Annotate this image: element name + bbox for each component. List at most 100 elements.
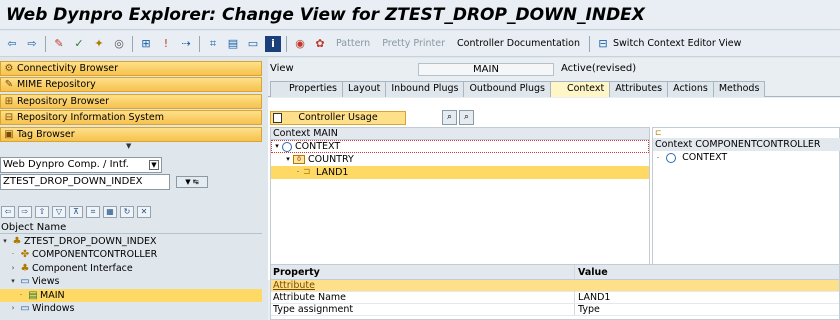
find-next-icon[interactable]: ⌕ — [459, 110, 474, 125]
expand-icon[interactable]: › — [8, 302, 18, 315]
column-header-property[interactable]: Property — [271, 265, 575, 279]
node-icon: 0 — [293, 155, 305, 164]
controller-documentation-button[interactable]: Controller Documentation — [457, 38, 580, 49]
object-list-icon[interactable]: ⊞ — [138, 36, 154, 52]
forward-icon[interactable]: ⇨ — [18, 206, 32, 218]
switch-context-button[interactable]: Switch Context Editor View — [613, 38, 741, 49]
checkbox-icon — [273, 113, 282, 123]
nav-repository-information-system[interactable]: ⊟ Repository Information System — [0, 110, 262, 125]
tree-item[interactable]: › ♣ Component Interface — [0, 262, 262, 275]
close-icon[interactable]: ✕ — [137, 206, 151, 218]
separator — [132, 35, 133, 52]
nav-connectivity-browser[interactable]: ⚙ Connectivity Browser — [0, 61, 262, 76]
tree-item-selected[interactable]: · ▤ MAIN — [0, 288, 262, 302]
property-group-row[interactable]: Attribute — [271, 280, 839, 292]
forward-icon[interactable]: ⇨ — [24, 36, 40, 52]
check-icon[interactable]: ✓ — [71, 36, 87, 52]
context-node-root[interactable]: ▾ CONTEXT — [271, 140, 649, 153]
tab-inbound-plugs[interactable]: Inbound Plugs — [385, 81, 465, 97]
column-header-value[interactable]: Value — [575, 265, 608, 279]
window-icon[interactable]: ▭ — [245, 36, 261, 52]
leaf-dot-icon: · — [656, 154, 660, 162]
cc-context-node[interactable]: · CONTEXT — [653, 151, 727, 164]
context-root-icon — [282, 141, 292, 152]
property-value[interactable]: LAND1 — [575, 292, 610, 303]
resize-handle-icon[interactable]: ⊏ — [655, 128, 662, 137]
table-row[interactable]: Attribute Name LAND1 — [271, 292, 839, 304]
separator — [45, 35, 46, 52]
settings-icon[interactable]: ✿ — [312, 36, 328, 52]
table-row[interactable]: Type assignment Type — [271, 304, 839, 316]
collapse-arrow-icon[interactable]: ▼ — [126, 142, 131, 150]
leaf-dot-icon: · — [11, 250, 15, 259]
expand-icon[interactable]: ▾ — [8, 275, 18, 288]
tree-item[interactable]: › ▭ Windows — [0, 302, 262, 315]
hierarchy-icon[interactable]: ⌗ — [205, 36, 221, 52]
nav-label: Connectivity Browser — [17, 63, 119, 74]
filter-icon[interactable]: ▽ — [52, 206, 66, 218]
debug-icon[interactable]: ◉ — [292, 36, 308, 52]
up-icon[interactable]: ⇧ — [35, 206, 49, 218]
layout-icon[interactable]: ▤ — [225, 36, 241, 52]
controller-icon: ✤ — [20, 249, 30, 261]
expand-icon[interactable]: › — [8, 262, 18, 275]
activate-icon[interactable]: ✦ — [91, 36, 107, 52]
controller-usage-label: Controller Usage — [298, 112, 378, 123]
tree-item[interactable]: ▾ ♣ ZTEST_DROP_DOWN_INDEX — [0, 235, 262, 248]
tab-attributes[interactable]: Attributes — [609, 81, 669, 97]
tab-context[interactable]: Context — [549, 81, 611, 97]
switch-context-icon[interactable]: ⊟ — [595, 36, 611, 52]
tree-label: Component Interface — [32, 262, 133, 274]
back-icon[interactable]: ⇦ — [4, 36, 20, 52]
object-type-select[interactable]: Web Dynpro Comp. / Intf. ▼ — [0, 157, 162, 173]
property-group-label[interactable]: Attribute — [271, 280, 575, 291]
context-attribute-selected[interactable]: · ⊐ LAND1 — [271, 166, 649, 179]
expand-icon[interactable]: ▾ — [272, 140, 282, 153]
controller-usage-button[interactable]: Controller Usage — [270, 111, 406, 125]
property-value[interactable]: Type — [575, 304, 600, 315]
collapse-icon[interactable]: ⊼ — [69, 206, 83, 218]
expand-icon[interactable]: ▾ — [283, 153, 293, 166]
hierarchy-icon[interactable]: ⌗ — [86, 206, 100, 218]
where-used-icon[interactable]: ! — [158, 36, 174, 52]
refresh-icon[interactable]: ↻ — [120, 206, 134, 218]
tree-label: COMPONENTCONTROLLER — [32, 249, 158, 261]
pattern-button[interactable]: Pattern — [336, 38, 370, 49]
tab-actions[interactable]: Actions — [667, 81, 714, 97]
test-icon[interactable]: ◎ — [111, 36, 127, 52]
object-tree: ▾ ♣ ZTEST_DROP_DOWN_INDEX · ✤ COMPONENTC… — [0, 235, 262, 315]
property-table: Property Value Attribute Attribute Name … — [270, 264, 840, 320]
object-name-input[interactable]: ZTEST_DROP_DOWN_INDEX — [0, 174, 170, 190]
nav-repository-browser[interactable]: ⊞ Repository Browser — [0, 94, 262, 109]
tab-properties[interactable]: Properties — [270, 81, 344, 97]
chevron-down-icon[interactable]: ▼ — [149, 160, 159, 170]
display-change-icon[interactable]: ✎ — [51, 36, 67, 52]
tree-label: MAIN — [40, 289, 65, 301]
tab-layout[interactable]: Layout — [342, 81, 387, 101]
back-icon[interactable]: ⇦ — [1, 206, 15, 218]
context-root-icon — [666, 152, 677, 163]
context-node-label: LAND1 — [316, 167, 349, 178]
display-button[interactable]: ▼ ↹ — [176, 176, 208, 188]
expand-icon[interactable]: ▾ — [0, 235, 10, 248]
component-icon: ♣ — [12, 236, 22, 247]
tab-methods[interactable]: Methods — [712, 81, 766, 97]
tree-item[interactable]: ▾ ▭ Views — [0, 275, 262, 288]
nav-tag-browser[interactable]: ▣ Tag Browser — [0, 127, 262, 142]
interface-icon: ♣ — [20, 262, 30, 274]
tab-outbound-plugs[interactable]: Outbound Plugs — [463, 81, 551, 97]
pretty-printer-button[interactable]: Pretty Printer — [382, 38, 445, 49]
tree-item[interactable]: · ✤ COMPONENTCONTROLLER — [0, 248, 262, 261]
application-toolbar: ⇦ ⇨ ✎ ✓ ✦ ◎ ⊞ ! ⇢ ⌗ ▤ ▭ i ◉ ✿ Pattern Pr… — [0, 31, 840, 57]
context-header: Context MAIN — [271, 128, 649, 140]
cc-context-header: Context COMPONENTCONTROLLER — [653, 138, 840, 151]
nav-label: Repository Information System — [17, 112, 164, 123]
info-icon[interactable]: i — [265, 35, 281, 52]
find-icon[interactable]: ⌕ — [442, 110, 457, 125]
property-name: Attribute Name — [271, 292, 575, 303]
left-panel: ⚙ Connectivity Browser ✎ MIME Repository ⊞… — [0, 58, 262, 320]
context-node[interactable]: ▾ 0 COUNTRY — [271, 153, 649, 166]
display-icon[interactable]: ▦ — [103, 206, 117, 218]
navigation-icon[interactable]: ⇢ — [178, 36, 194, 52]
nav-mime-repository[interactable]: ✎ MIME Repository — [0, 77, 262, 92]
